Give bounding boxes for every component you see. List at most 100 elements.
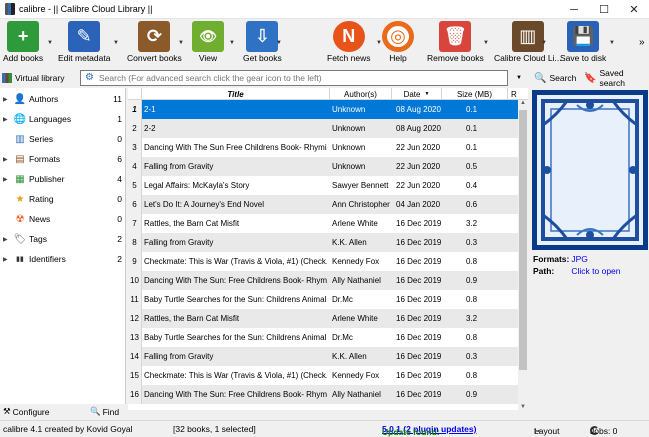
path-link[interactable]: Click to open <box>571 266 620 276</box>
table-row[interactable]: 2 2-2 Unknown 08 Aug 2020 0.1 <box>128 119 518 138</box>
status-version: calibre 4.1 created by Kovid Goyal <box>3 424 133 434</box>
convert-books-button[interactable]: ⟳ Convert books <box>127 21 182 63</box>
book-size: 0.8 <box>466 295 478 304</box>
expand-arrow-icon[interactable]: ▶ <box>3 96 11 103</box>
scroll-up-icon[interactable]: ▲ <box>520 100 526 106</box>
dropdown-arrow-icon[interactable]: ▼ <box>229 40 235 46</box>
book-title: Dancing With The Sun: Free Childrens Boo… <box>144 276 327 285</box>
book-date: 16 Dec 2019 <box>396 314 442 323</box>
book-list[interactable]: Title Author(s) Date ▼ Size (MB) R 1 2-1 U… <box>128 88 528 410</box>
book-date: 16 Dec 2019 <box>396 371 442 380</box>
column-header-title[interactable]: Title <box>142 88 330 100</box>
saved-search-button[interactable]: 🔖 Saved search <box>584 68 649 88</box>
dropdown-arrow-icon[interactable]: ▼ <box>483 40 489 46</box>
table-row[interactable]: 4 Falling from Gravity Unknown 22 Jun 2020 0… <box>128 157 518 176</box>
search-history-dropdown-icon[interactable]: ▼ <box>516 75 522 81</box>
column-header-date[interactable]: Date ▼ <box>392 88 442 100</box>
expand-arrow-icon[interactable]: ▶ <box>3 116 11 123</box>
formats-link[interactable]: JPG <box>571 254 588 264</box>
fetch-news-button[interactable]: N Fetch news <box>327 21 370 63</box>
table-row[interactable]: 1 2-1 Unknown 08 Aug 2020 0.1 <box>128 100 518 119</box>
maximize-button[interactable]: ☐ <box>589 0 619 19</box>
book-author: Ann Christopher <box>332 200 390 209</box>
table-row[interactable]: 16 Dancing With The Sun: Free Childrens B… <box>128 385 518 404</box>
rating-icon: ★ <box>15 193 25 205</box>
book-list-scrollbar[interactable]: ▲ ▼ <box>518 100 528 410</box>
table-row[interactable]: 7 Rattles, the Barn Cat Misfit Arlene Whit… <box>128 214 518 233</box>
saved-search-label: Saved search <box>599 68 625 88</box>
dropdown-arrow-icon[interactable]: ▼ <box>609 40 615 46</box>
tag-category-publisher[interactable]: ▶ ▦ Publisher 4 <box>0 169 126 189</box>
dropdown-arrow-icon[interactable]: ▼ <box>47 40 53 46</box>
tag-category-count: 1 <box>117 114 122 124</box>
column-header-rating[interactable]: R <box>508 88 528 100</box>
close-button[interactable]: ✕ <box>619 0 649 19</box>
view-button[interactable]: 👁 View <box>192 21 224 63</box>
formats-label: Formats: <box>533 254 570 264</box>
add-books-button[interactable]: + Add books <box>3 21 43 63</box>
table-row[interactable]: 12 Rattles, the Barn Cat Misfit Arlene Whi… <box>128 309 518 328</box>
column-header-authors[interactable]: Author(s) <box>330 88 392 100</box>
scroll-down-icon[interactable]: ▼ <box>520 404 526 410</box>
tag-browser: ▶ 👤 Authors 11 ▶ 🌐 Languages 1 ▥ Series 0 ▶ ▤ Formats… <box>0 88 126 404</box>
remove-books-icon: 🗑 <box>439 21 472 52</box>
column-header-size[interactable]: Size (MB) <box>442 88 508 100</box>
table-row[interactable]: 10 Dancing With The Sun: Free Childrens B… <box>128 271 518 290</box>
status-bar: calibre 4.1 created by Kovid Goyal [32 b… <box>0 420 649 437</box>
dropdown-arrow-icon[interactable]: ▼ <box>178 40 184 46</box>
table-row[interactable]: 6 Let's Do It: A Journey's End Novel Ann C… <box>128 195 518 214</box>
find-icon: 🔍 <box>90 406 101 416</box>
virtual-library-button[interactable]: Virtual library <box>2 71 64 85</box>
edit-metadata-button[interactable]: ✎ Edit metadata <box>58 21 110 63</box>
tag-category-series[interactable]: ▥ Series 0 <box>0 129 126 149</box>
save-to-disk-button[interactable]: 💾 Save to disk <box>560 21 606 63</box>
tag-category-formats[interactable]: ▶ ▤ Formats 6 <box>0 149 126 169</box>
news-icon: ☢ <box>15 213 25 225</box>
expand-arrow-icon[interactable]: ▶ <box>3 236 11 243</box>
book-cover[interactable] <box>532 90 648 250</box>
tag-category-tags[interactable]: ▶ 🏷 Tags 2 <box>0 229 126 249</box>
gear-icon[interactable]: ⚙ <box>85 73 95 83</box>
find-button[interactable]: 🔍 Find <box>90 406 119 417</box>
table-row[interactable]: 3 Dancing With The Sun Free Childrens Boo… <box>128 138 518 157</box>
library-label: Calibre Cloud Li... <box>494 53 562 63</box>
search-button[interactable]: 🔍 Search <box>534 71 576 85</box>
book-size: 0.6 <box>466 200 478 209</box>
book-size: 3.2 <box>466 219 478 228</box>
dropdown-arrow-icon[interactable]: ▼ <box>541 40 547 46</box>
search-input[interactable]: ⚙ Search (For advanced search click the … <box>80 70 508 86</box>
virtual-library-icon <box>2 73 12 83</box>
remove-books-button[interactable]: 🗑 Remove books <box>427 21 484 63</box>
minimize-button[interactable]: ─ <box>559 0 589 19</box>
toolbar-overflow-icon[interactable]: » <box>639 37 645 48</box>
dropdown-arrow-icon[interactable]: ▼ <box>113 40 119 46</box>
table-row[interactable]: 13 Baby Turtle Searches for the Sun: Chil… <box>128 328 518 347</box>
table-row[interactable]: 15 Checkmate: This is War (Travis & Viola… <box>128 366 518 385</box>
table-row[interactable]: 5 Legal Affairs: McKayla's Story Sawyer Be… <box>128 176 518 195</box>
tag-category-news[interactable]: ☢ News 0 <box>0 209 126 229</box>
add-books-icon: + <box>7 21 40 52</box>
table-row[interactable]: 8 Falling from Gravity K.K. Allen 16 Dec 20… <box>128 233 518 252</box>
expand-arrow-icon[interactable]: ▶ <box>3 176 11 183</box>
scrollbar-thumb[interactable] <box>519 110 527 370</box>
book-author: Dr.Mc <box>332 295 353 304</box>
expand-arrow-icon[interactable]: ▶ <box>3 156 11 163</box>
dropdown-arrow-icon[interactable]: ▼ <box>276 40 282 46</box>
tag-category-authors[interactable]: ▶ 👤 Authors 11 <box>0 89 126 109</box>
help-button[interactable]: ◎ Help <box>382 21 414 63</box>
book-title: Legal Affairs: McKayla's Story <box>144 181 250 190</box>
expand-arrow-icon[interactable]: ▶ <box>3 256 11 263</box>
book-size: 0.9 <box>466 276 478 285</box>
table-row[interactable]: 11 Baby Turtle Searches for the Sun: Chil… <box>128 290 518 309</box>
library-button[interactable]: ▥ Calibre Cloud Li... <box>494 21 562 63</box>
book-date: 16 Dec 2019 <box>396 219 442 228</box>
table-row[interactable]: 9 Checkmate: This is War (Travis & Viola,… <box>128 252 518 271</box>
tag-category-rating[interactable]: ★ Rating 0 <box>0 189 126 209</box>
book-title: 2-1 <box>144 105 156 114</box>
tag-category-identifiers[interactable]: ▶ ▮▮ Identifiers 2 <box>0 249 126 269</box>
configure-button[interactable]: ⚒ Configure <box>3 406 49 417</box>
table-row[interactable]: 14 Falling from Gravity K.K. Allen 16 Dec 2… <box>128 347 518 366</box>
tag-category-languages[interactable]: ▶ 🌐 Languages 1 <box>0 109 126 129</box>
update-notice: Update found: 5.0.1 (2 plugin updates) <box>382 424 476 437</box>
book-title: Baby Turtle Searches for the Sun: Childr… <box>144 333 327 342</box>
